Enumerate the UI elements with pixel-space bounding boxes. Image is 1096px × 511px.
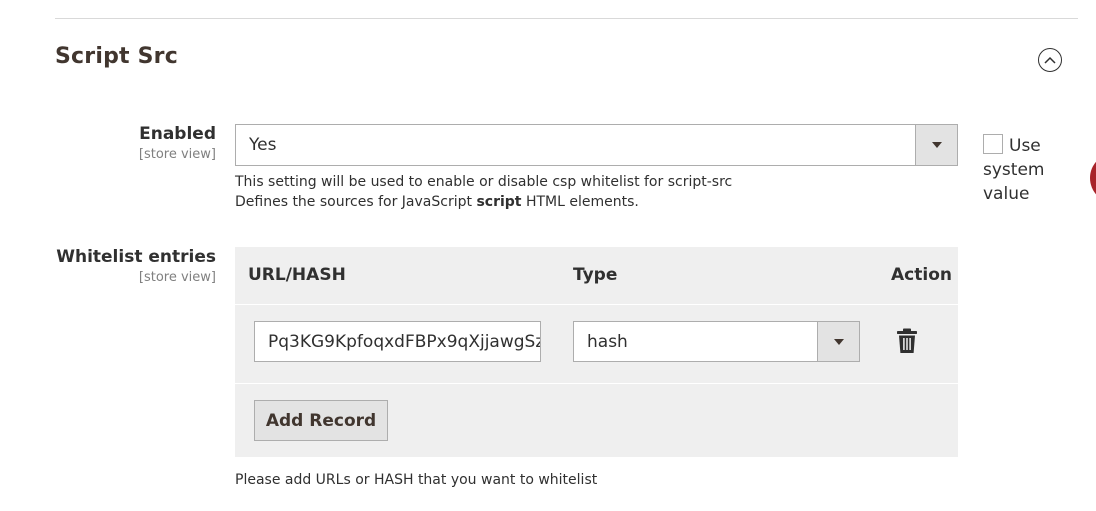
whitelist-scope-label: [store view] [138, 270, 216, 285]
chevron-down-icon [833, 338, 844, 345]
type-select-value: hash [587, 331, 628, 352]
chevron-down-icon [931, 142, 942, 148]
column-header-type: Type [573, 265, 618, 285]
trash-icon [897, 328, 917, 353]
note-text: Defines the sources for JavaScript [235, 194, 477, 210]
note-bold-text: script [476, 194, 522, 210]
enabled-note-line1: This setting will be used to enable or d… [235, 174, 733, 190]
note-text: HTML elements. [521, 194, 639, 210]
floating-action-edge[interactable] [1090, 153, 1096, 203]
enabled-select-value: Yes [249, 135, 277, 155]
enabled-label: Enabled [139, 124, 216, 144]
enabled-select-toggle[interactable] [915, 125, 957, 165]
enabled-select[interactable]: Yes [235, 124, 958, 166]
whitelist-label: Whitelist entries [56, 247, 216, 267]
use-system-value-checkbox[interactable] [983, 134, 1003, 154]
row-divider [235, 304, 958, 305]
enabled-scope-label: [store view] [138, 147, 216, 162]
type-select[interactable]: hash [573, 321, 860, 362]
whitelist-footer-note: Please add URLs or HASH that you want to… [235, 472, 598, 488]
column-header-url-hash: URL/HASH [248, 265, 346, 285]
url-hash-input[interactable]: Pq3KG9KpfoqxdFBPx9qXjjawgSz [254, 321, 541, 362]
type-select-toggle[interactable] [817, 322, 859, 361]
add-record-button[interactable]: Add Record [254, 400, 388, 441]
row-divider [235, 383, 958, 384]
enabled-note-line2: Defines the sources for JavaScript scrip… [235, 194, 639, 210]
section-divider [55, 18, 1078, 19]
column-header-action: Action [891, 265, 952, 285]
delete-row-button[interactable] [896, 328, 918, 358]
chevron-up-icon [1044, 56, 1056, 64]
collapse-section-button[interactable] [1038, 48, 1062, 72]
use-system-value[interactable]: Use system value [983, 134, 1063, 206]
section-title: Script Src [55, 44, 178, 69]
